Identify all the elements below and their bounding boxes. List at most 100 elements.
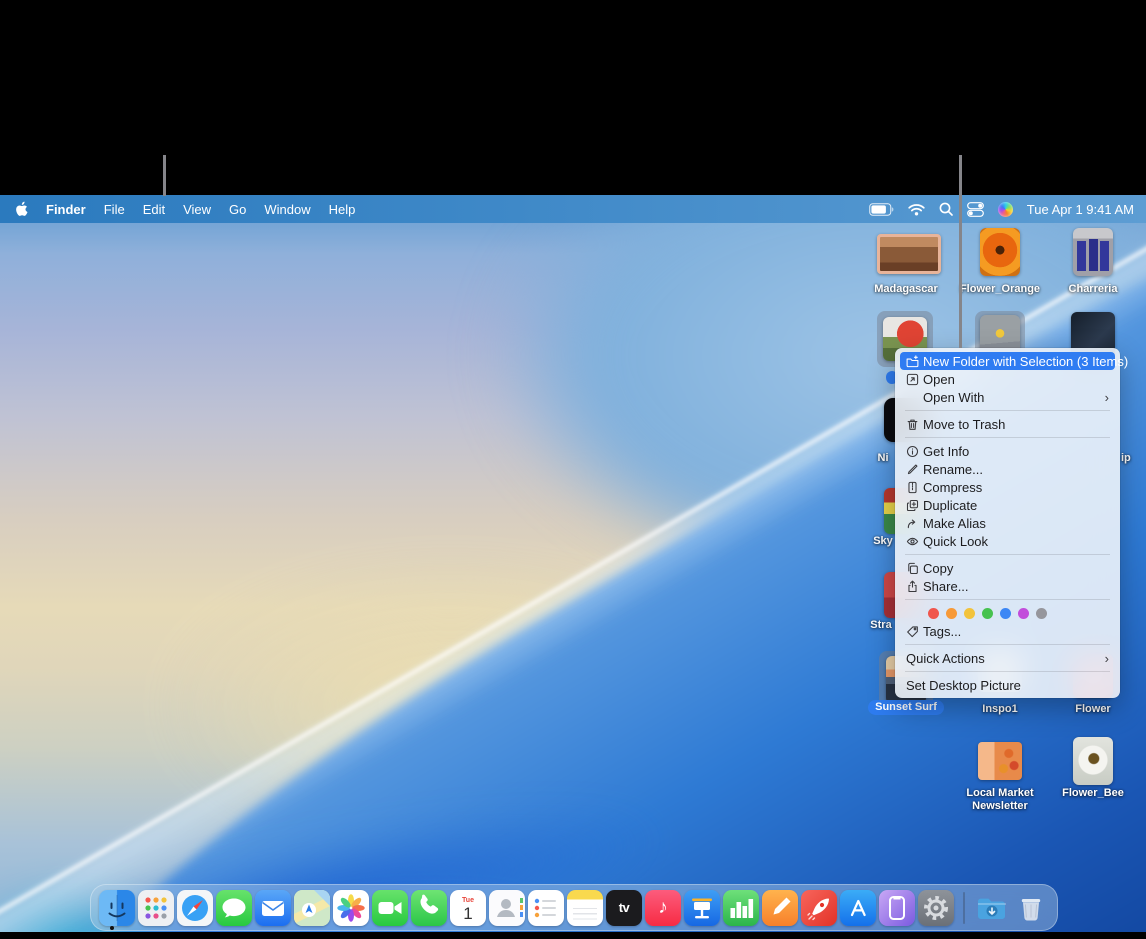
desktop-file-flower-orange[interactable] <box>980 228 1020 276</box>
tag-dot-blue[interactable] <box>1000 608 1011 619</box>
dock-messages-icon[interactable] <box>216 890 252 926</box>
desktop-file-madagascar[interactable] <box>877 234 941 274</box>
menu-item-open-with[interactable]: Open With › <box>900 388 1115 406</box>
letterbox-bottom <box>0 932 1146 939</box>
menubar-menu-view[interactable]: View <box>183 202 211 217</box>
dock-iphone-mirroring-icon[interactable] <box>879 890 915 926</box>
menubar-clock[interactable]: Tue Apr 1 9:41 AM <box>1027 202 1134 217</box>
tag-dot-red[interactable] <box>928 608 939 619</box>
menu-item-make-alias[interactable]: Make Alias <box>900 514 1115 532</box>
desktop-file-local-market-newsletter[interactable] <box>978 742 1022 780</box>
menu-separator <box>905 410 1110 411</box>
menu-bar: Finder File Edit View Go Window Help Tue… <box>0 195 1146 223</box>
menubar-menu-go[interactable]: Go <box>229 202 246 217</box>
menubar-menu-file[interactable]: File <box>104 202 125 217</box>
dock-calendar-icon[interactable]: Tue1 <box>450 890 486 926</box>
desktop-file-label-fragment: ip <box>1121 452 1143 465</box>
tag-dot-purple[interactable] <box>1018 608 1029 619</box>
menubar-menu-finder[interactable]: Finder <box>46 202 86 217</box>
callout-line-menubar <box>163 155 166 196</box>
trash-icon <box>906 418 923 431</box>
finder-running-indicator <box>110 926 114 930</box>
dock-tv-icon[interactable]: tv <box>606 890 642 926</box>
siri-icon[interactable] <box>998 202 1013 217</box>
menu-bar-status: Tue Apr 1 9:41 AM <box>869 202 1146 217</box>
menu-item-new-folder-with-selection[interactable]: New Folder with Selection (3 Items) <box>900 352 1115 370</box>
dock-numbers-icon[interactable] <box>723 890 759 926</box>
menu-item-rename[interactable]: Rename... <box>900 460 1115 478</box>
share-icon <box>906 580 923 593</box>
menu-item-get-info[interactable]: Get Info <box>900 442 1115 460</box>
menu-item-open[interactable]: Open <box>900 370 1115 388</box>
menu-item-duplicate[interactable]: Duplicate <box>900 496 1115 514</box>
menubar-menu-window[interactable]: Window <box>264 202 310 217</box>
dock-notes-icon[interactable] <box>567 890 603 926</box>
dock-photos-icon[interactable] <box>333 890 369 926</box>
tag-dot-orange[interactable] <box>946 608 957 619</box>
tag-dot-green[interactable] <box>982 608 993 619</box>
new-folder-icon <box>906 355 923 368</box>
menu-separator <box>905 671 1110 672</box>
desktop-file-label: Flower <box>1048 703 1138 716</box>
dock-appstore-icon[interactable] <box>840 890 876 926</box>
search-icon[interactable] <box>939 202 953 216</box>
apple-menu-icon[interactable] <box>15 201 28 217</box>
duplicate-icon <box>906 499 923 512</box>
callout-line-context-menu <box>959 155 962 348</box>
context-menu: New Folder with Selection (3 Items) Open… <box>895 348 1120 698</box>
dock-facetime-icon[interactable] <box>372 890 408 926</box>
tag-dot-yellow[interactable] <box>964 608 975 619</box>
menu-item-quick-actions[interactable]: Quick Actions › <box>900 649 1115 667</box>
menubar-menu-edit[interactable]: Edit <box>143 202 165 217</box>
quick-look-icon <box>906 535 923 548</box>
dock-safari-icon[interactable] <box>177 890 213 926</box>
notes-lines <box>573 904 597 920</box>
make-alias-icon <box>906 517 923 530</box>
dock-mail-icon[interactable] <box>255 890 291 926</box>
screenshot-stage: Finder File Edit View Go Window Help Tue… <box>0 0 1146 939</box>
tags-icon <box>906 625 923 638</box>
dock-reminders-icon[interactable] <box>528 890 564 926</box>
menu-item-tags[interactable]: Tags... <box>900 622 1115 640</box>
dock-launchpad-icon[interactable] <box>138 890 174 926</box>
dock-contacts-icon[interactable] <box>489 890 525 926</box>
desktop-file-label: Inspo1 <box>955 703 1045 716</box>
dock-system-settings-icon[interactable] <box>918 890 954 926</box>
submenu-chevron-icon: › <box>1105 391 1109 404</box>
compress-icon <box>906 481 923 494</box>
desktop-file-label-fragment: Ni <box>870 452 896 465</box>
dock-downloads-folder-icon[interactable] <box>974 890 1010 926</box>
dock-keynote-icon[interactable] <box>684 890 720 926</box>
desktop-file-label-selected: Sunset Surf <box>856 700 956 715</box>
desktop-file-flower-bee[interactable] <box>1073 737 1113 785</box>
battery-icon[interactable] <box>869 203 894 216</box>
menu-item-copy[interactable]: Copy <box>900 559 1115 577</box>
rename-icon <box>906 463 923 476</box>
copy-icon <box>906 562 923 575</box>
tag-color-dots <box>900 604 1115 622</box>
dock-maps-icon[interactable] <box>294 890 330 926</box>
dock: Tue1 tv <box>90 884 1058 931</box>
dock-music-icon[interactable] <box>645 890 681 926</box>
menu-separator <box>905 599 1110 600</box>
wifi-icon[interactable] <box>908 203 925 216</box>
dock-trash-icon[interactable] <box>1013 890 1049 926</box>
selected-label-pill: Sunset Surf <box>868 700 944 715</box>
control-center-icon[interactable] <box>967 202 984 217</box>
desktop-file-charreria[interactable] <box>1073 228 1113 276</box>
desktop-file-label: Madagascar <box>861 283 951 296</box>
dock-finder-icon[interactable] <box>99 890 135 926</box>
dock-pages-icon[interactable] <box>762 890 798 926</box>
dock-rocket-icon[interactable] <box>801 890 837 926</box>
dock-phone-icon[interactable] <box>411 890 447 926</box>
menu-item-share[interactable]: Share... <box>900 577 1115 595</box>
menu-item-compress[interactable]: Compress <box>900 478 1115 496</box>
desktop[interactable]: Finder File Edit View Go Window Help Tue… <box>0 195 1146 932</box>
menu-item-set-desktop-picture[interactable]: Set Desktop Picture <box>900 676 1115 694</box>
menubar-menu-help[interactable]: Help <box>329 202 356 217</box>
wallpaper-layer <box>60 525 840 885</box>
tag-dot-gray[interactable] <box>1036 608 1047 619</box>
menu-item-move-to-trash[interactable]: Move to Trash <box>900 415 1115 433</box>
menu-separator <box>905 644 1110 645</box>
menu-item-quick-look[interactable]: Quick Look <box>900 532 1115 550</box>
